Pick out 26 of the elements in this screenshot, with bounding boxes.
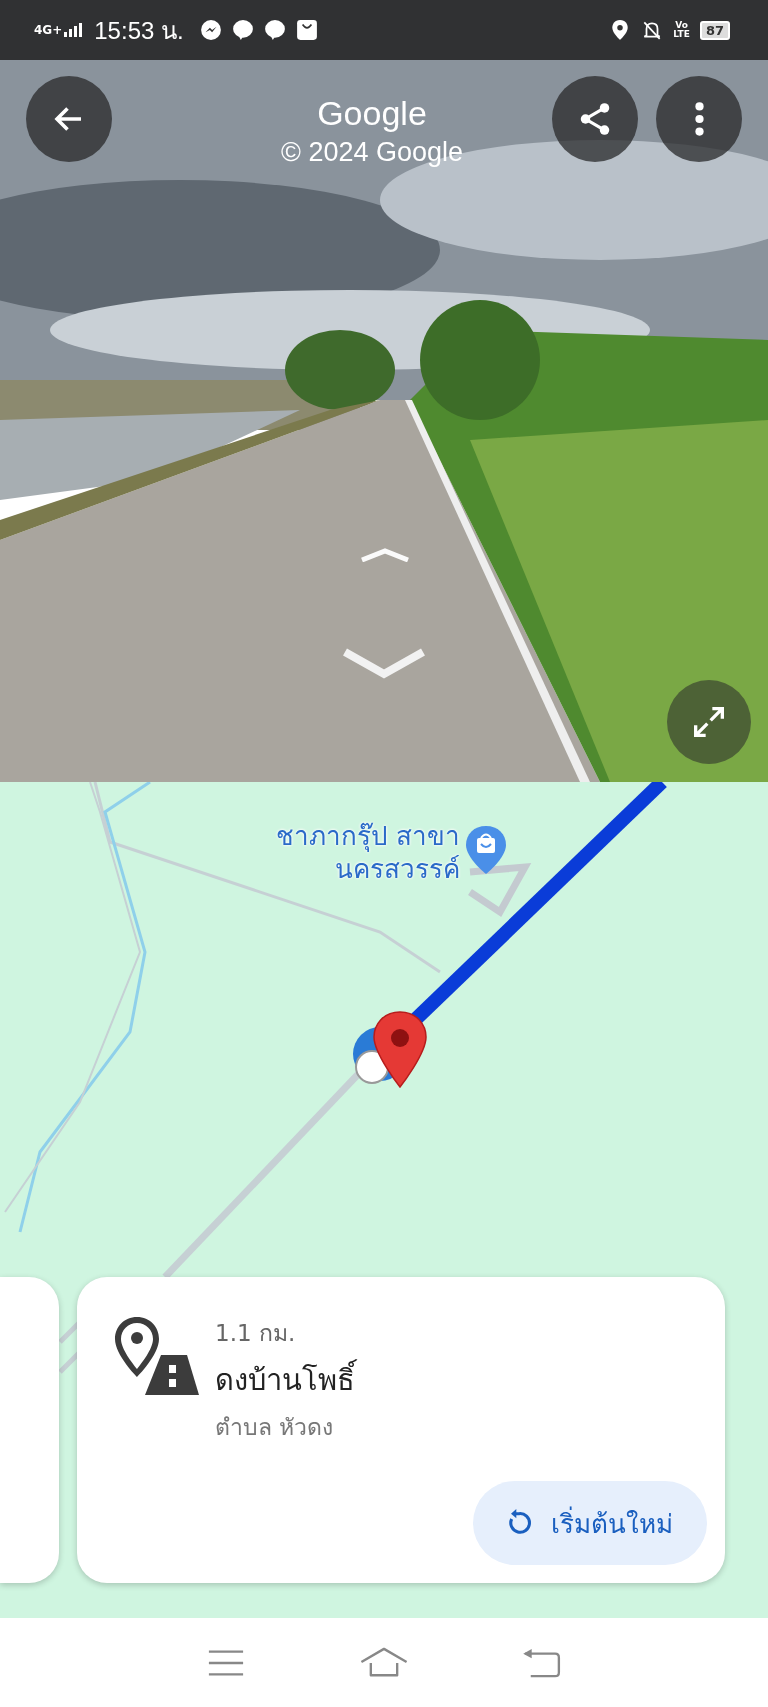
messenger-icon bbox=[199, 19, 222, 41]
imagery-title: Google bbox=[317, 94, 427, 133]
volte-indicator: Vo LTE bbox=[673, 21, 690, 39]
network-indicator: 4G+ bbox=[34, 23, 63, 37]
battery-indicator: 87 bbox=[699, 20, 730, 40]
shopping-bag-icon bbox=[295, 19, 318, 41]
home-icon[interactable] bbox=[359, 1646, 409, 1679]
restart-button[interactable]: เริ่มต้นใหม่ bbox=[473, 1481, 707, 1565]
chat-bubble-icon bbox=[231, 19, 254, 41]
clock: 15:53 น. bbox=[94, 15, 184, 46]
copyright-text: © 2024 Google bbox=[281, 137, 463, 168]
place-card[interactable]: 1.1 กม. ดงบ้านโพธิ์ ตำบล หัวดง เริ่มต้นใหม่ bbox=[77, 1277, 725, 1583]
more-options-icon bbox=[694, 102, 704, 136]
chat-bubble-icon bbox=[263, 19, 286, 41]
area-text: ตำบล หัวดง bbox=[215, 1413, 335, 1442]
location-pin-icon bbox=[373, 1011, 427, 1088]
place-label[interactable]: ชาภากรุ๊ป สาขา นครสวรรค์ bbox=[276, 820, 461, 885]
move-forward-chevron-icon[interactable] bbox=[360, 548, 410, 562]
shopping-bag-pin-icon[interactable] bbox=[464, 824, 509, 876]
pin-and-road-icon bbox=[113, 1315, 201, 1395]
menu-icon[interactable] bbox=[207, 1647, 245, 1678]
map-road bbox=[468, 862, 532, 917]
back-icon[interactable] bbox=[523, 1647, 561, 1678]
distance-text: 1.1 กม. bbox=[215, 1319, 297, 1348]
place-name: ดงบ้านโพธิ์ bbox=[215, 1357, 355, 1403]
signal-icon bbox=[64, 23, 85, 37]
